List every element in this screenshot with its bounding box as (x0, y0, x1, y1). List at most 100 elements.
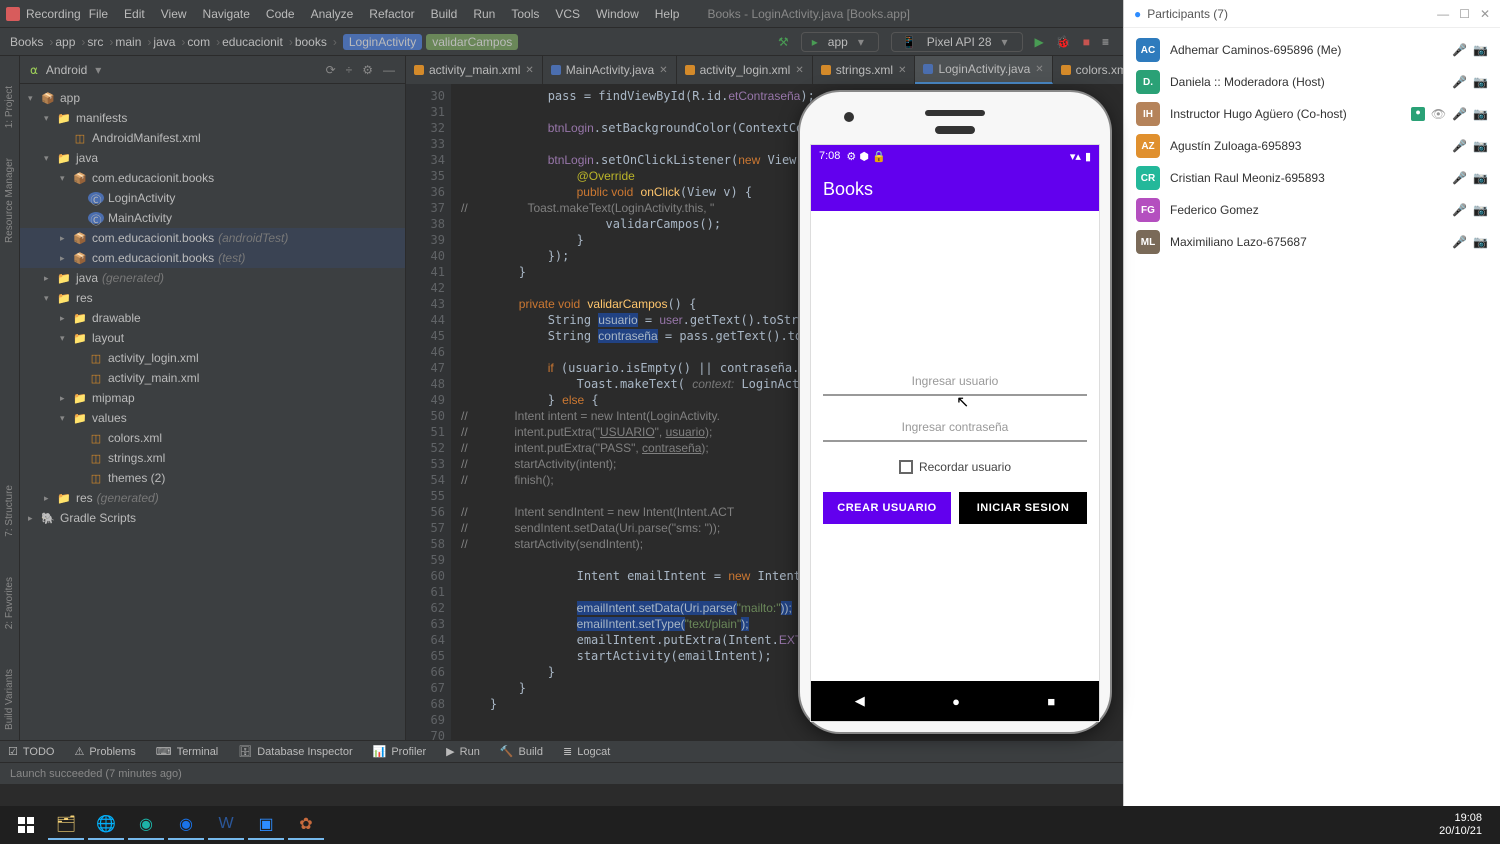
close-icon[interactable]: ✕ (1480, 7, 1490, 21)
menu-view[interactable]: View (153, 7, 195, 21)
tree-mipmap[interactable]: ▸📁mipmap (20, 388, 405, 408)
tree-activity_login-xml[interactable]: ◫activity_login.xml (20, 348, 405, 368)
crumb-educacionit[interactable]: educacionit (222, 35, 283, 49)
project-tool[interactable]: 1: Project (4, 86, 15, 128)
remember-checkbox[interactable]: Recordar usuario (899, 460, 1011, 474)
tree-manifests[interactable]: ▾📁manifests (20, 108, 405, 128)
crumb-src[interactable]: src (87, 35, 103, 49)
menu-vcs[interactable]: VCS (547, 7, 588, 21)
bottom-build[interactable]: 🔨Build (500, 745, 543, 758)
menu-file[interactable]: File (81, 7, 116, 21)
bottom-problems[interactable]: ⚠Problems (74, 745, 135, 758)
participant-row[interactable]: CR Cristian Raul Meoniz-695893 🎤📷 (1124, 162, 1500, 194)
tab-loginactivity-java[interactable]: LoginActivity.java✕ (915, 56, 1052, 84)
participant-row[interactable]: AZ Agustín Zuloaga-695893 🎤📷 (1124, 130, 1500, 162)
app1-icon[interactable]: ◉ (128, 810, 164, 840)
tab-activity_main-xml[interactable]: activity_main.xml✕ (406, 56, 543, 84)
build-variants-tool[interactable]: Build Variants (4, 669, 15, 730)
stop-icon[interactable]: ■ (1083, 35, 1090, 49)
start-button[interactable] (8, 810, 44, 840)
maximize-icon[interactable]: ☐ (1459, 7, 1470, 21)
menu-window[interactable]: Window (588, 7, 647, 21)
login-button[interactable]: INICIAR SESION (959, 492, 1087, 524)
system-clock[interactable]: 19:08 20/10/21 (1439, 812, 1492, 838)
debug-icon[interactable]: 🐞 (1056, 35, 1071, 49)
close-tab-icon[interactable]: ✕ (525, 65, 533, 76)
participant-row[interactable]: IH Instructor Hugo Agüero (Co-host) ●👁🎤📷 (1124, 98, 1500, 130)
tree-java[interactable]: ▾📁java (20, 148, 405, 168)
participant-row[interactable]: AC Adhemar Caminos-695896 (Me) 🎤📷 (1124, 34, 1500, 66)
run-icon[interactable]: ▶ (1035, 35, 1044, 49)
menu-code[interactable]: Code (258, 7, 303, 21)
tree-loginactivity[interactable]: ⒸLoginActivity (20, 188, 405, 208)
tree-res[interactable]: ▾📁res (20, 288, 405, 308)
checkbox-icon[interactable] (899, 460, 913, 474)
tree-com-educacionit-books[interactable]: ▸📦com.educacionit.books(test) (20, 248, 405, 268)
tree-java[interactable]: ▸📁java(generated) (20, 268, 405, 288)
device-selector[interactable]: 📱Pixel API 28▾ (891, 32, 1023, 52)
tree-title[interactable]: Android (46, 63, 87, 77)
sync-icon[interactable]: ⟳ (326, 63, 336, 77)
close-tab-icon[interactable]: ✕ (898, 65, 906, 76)
tab-mainactivity-java[interactable]: MainActivity.java✕ (543, 56, 677, 84)
tree-themes-2-[interactable]: ◫themes (2) (20, 468, 405, 488)
crumb-books[interactable]: books (295, 35, 327, 49)
tree-colors-xml[interactable]: ◫colors.xml (20, 428, 405, 448)
gear-icon[interactable]: ⚙ (362, 63, 373, 77)
participant-row[interactable]: D. Daniela :: Moderadora (Host) 🎤📷 (1124, 66, 1500, 98)
structure-tool[interactable]: 7: Structure (4, 485, 15, 537)
close-tab-icon[interactable]: ✕ (795, 65, 803, 76)
bottom-todo[interactable]: ☑TODO (8, 745, 54, 758)
nav-back-icon[interactable]: ◀ (855, 693, 865, 709)
bottom-profiler[interactable]: 📊Profiler (373, 745, 427, 758)
bottom-logcat[interactable]: ≣Logcat (563, 745, 610, 758)
explorer-icon[interactable]: 🗂 (48, 810, 84, 840)
tab-colors-xml[interactable]: colors.xml✕ (1053, 56, 1123, 84)
nav-recents-icon[interactable]: ■ (1047, 694, 1055, 709)
tree-values[interactable]: ▾📁values (20, 408, 405, 428)
build-icon[interactable]: ⚒ (778, 35, 789, 49)
tree-app[interactable]: ▾📦app (20, 88, 405, 108)
close-tab-icon[interactable]: ✕ (1035, 64, 1043, 75)
crumb-main[interactable]: main (115, 35, 141, 49)
run-config-selector[interactable]: ▸app▾ (801, 32, 879, 52)
menu-help[interactable]: Help (647, 7, 688, 21)
tree-activity_main-xml[interactable]: ◫activity_main.xml (20, 368, 405, 388)
participant-row[interactable]: FG Federico Gomez 🎤📷 (1124, 194, 1500, 226)
crumb-Books[interactable]: Books (10, 35, 43, 49)
menu-run[interactable]: Run (465, 7, 503, 21)
tree-com-educacionit-books[interactable]: ▾📦com.educacionit.books (20, 168, 405, 188)
emulator-window[interactable]: 7:08 ⚙ ⬢ 🔒 ▾▴▮ Books Ingresar usuario In… (800, 92, 1110, 732)
menu-refactor[interactable]: Refactor (361, 7, 422, 21)
filter-icon[interactable]: ÷ (346, 63, 353, 77)
nav-home-icon[interactable]: ● (952, 694, 960, 709)
menu-tools[interactable]: Tools (503, 7, 547, 21)
favorites-tool[interactable]: 2: Favorites (4, 577, 15, 629)
tree-androidmanifest-xml[interactable]: ◫AndroidManifest.xml (20, 128, 405, 148)
bottom-terminal[interactable]: ⌨Terminal (156, 745, 218, 758)
close-tab-icon[interactable]: ✕ (659, 65, 667, 76)
tree-res[interactable]: ▸📁res(generated) (20, 488, 405, 508)
app3-icon[interactable]: ✿ (288, 810, 324, 840)
menu-analyze[interactable]: Analyze (303, 7, 362, 21)
zoom-taskbar-icon[interactable]: ▣ (248, 810, 284, 840)
bottom-database-inspector[interactable]: 🗄Database Inspector (238, 745, 352, 758)
collapse-icon[interactable]: — (383, 63, 395, 77)
bottom-run[interactable]: ▶Run (446, 745, 480, 758)
tree-drawable[interactable]: ▸📁drawable (20, 308, 405, 328)
menu-navigate[interactable]: Navigate (195, 7, 258, 21)
tree-layout[interactable]: ▾📁layout (20, 328, 405, 348)
tree-mainactivity[interactable]: ⒸMainActivity (20, 208, 405, 228)
tree-strings-xml[interactable]: ◫strings.xml (20, 448, 405, 468)
user-input[interactable]: Ingresar usuario (823, 368, 1087, 396)
breadcrumb-class[interactable]: LoginActivity (343, 34, 422, 50)
tab-activity_login-xml[interactable]: activity_login.xml✕ (677, 56, 813, 84)
participant-row[interactable]: ML Maximiliano Lazo-675687 🎤📷 (1124, 226, 1500, 258)
crumb-app[interactable]: app (55, 35, 75, 49)
crumb-com[interactable]: com (187, 35, 210, 49)
word-icon[interactable]: W (208, 810, 244, 840)
menu-build[interactable]: Build (423, 7, 466, 21)
menu-edit[interactable]: Edit (116, 7, 153, 21)
chrome-icon[interactable]: 🌐 (88, 810, 124, 840)
create-user-button[interactable]: CREAR USUARIO (823, 492, 951, 524)
